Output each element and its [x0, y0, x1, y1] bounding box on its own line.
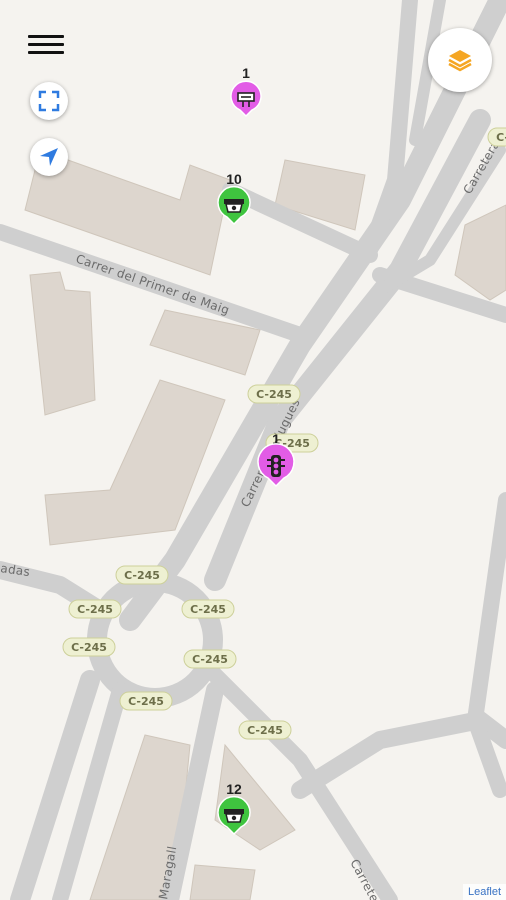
svg-text:C-245: C-245	[124, 569, 160, 582]
svg-text:C-245: C-245	[71, 641, 107, 654]
layers-icon	[448, 50, 472, 72]
svg-text:C-245: C-245	[190, 603, 226, 616]
svg-text:C-245: C-245	[128, 695, 164, 708]
map-attribution[interactable]: Leaflet	[462, 884, 506, 900]
camera-icon	[224, 199, 244, 213]
layers-button[interactable]	[428, 28, 492, 92]
marker-count: 1	[242, 65, 250, 81]
locate-button[interactable]	[30, 138, 68, 176]
camera-icon	[224, 809, 244, 823]
svg-text:C-245: C-245	[256, 388, 292, 401]
hamburger-menu-icon[interactable]	[28, 30, 64, 60]
svg-text:C-245: C-245	[77, 603, 113, 616]
marker-billboard[interactable]: 1	[230, 65, 262, 118]
fullscreen-button[interactable]	[30, 82, 68, 120]
navigation-arrow-icon	[40, 148, 58, 166]
roads	[0, 0, 506, 900]
fullscreen-icon	[38, 90, 60, 112]
svg-text:C-245: C-245	[247, 724, 283, 737]
map-canvas[interactable]: Carrer del Primer de Maig Carrer d'Esplu…	[0, 0, 506, 900]
marker-count: 10	[226, 171, 242, 187]
marker-count: 12	[226, 781, 242, 797]
svg-text:C-245: C-245	[496, 131, 506, 144]
svg-text:C-245: C-245	[192, 653, 228, 666]
